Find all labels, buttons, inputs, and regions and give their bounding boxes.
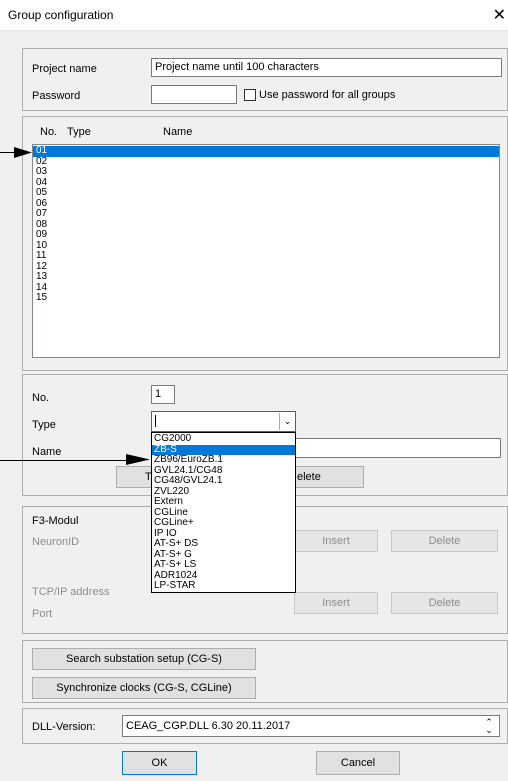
port-label: Port bbox=[32, 608, 53, 620]
use-password-label: Use password for all groups bbox=[259, 89, 396, 101]
list-item[interactable]: 05 bbox=[33, 187, 499, 199]
insert-button-2[interactable]: Insert bbox=[294, 592, 378, 614]
cancel-button[interactable]: Cancel bbox=[316, 751, 400, 775]
f3-title: F3-Modul bbox=[32, 515, 79, 527]
annotation-arrowhead bbox=[126, 454, 150, 465]
list-item[interactable]: 15 bbox=[33, 292, 499, 304]
dropdown-option[interactable]: CG48/GVL24.1 bbox=[152, 475, 295, 487]
ok-button[interactable]: OK bbox=[122, 751, 197, 775]
dropdown-option[interactable]: CGLine+ bbox=[152, 517, 295, 529]
list-item[interactable]: 03 bbox=[33, 166, 499, 178]
dll-label: DLL-Version: bbox=[32, 721, 96, 733]
list-item[interactable]: 01 bbox=[33, 145, 499, 157]
project-name-label: Project name bbox=[32, 63, 97, 75]
list-item[interactable]: 04 bbox=[33, 177, 499, 189]
list-item[interactable]: 13 bbox=[33, 271, 499, 283]
delete-button[interactable]: Delete bbox=[391, 530, 498, 552]
dropdown-option[interactable]: ZB96/EuroZB.1 bbox=[152, 454, 295, 466]
dropdown-option[interactable]: AT-S+ LS bbox=[152, 559, 295, 571]
name-label: Name bbox=[32, 446, 62, 458]
list-item[interactable]: 02 bbox=[33, 156, 499, 168]
annotation-arrow-line bbox=[0, 460, 130, 461]
dropdown-option[interactable]: AT-S+ DS bbox=[152, 538, 295, 550]
list-item[interactable]: 06 bbox=[33, 198, 499, 210]
type-select[interactable] bbox=[151, 411, 296, 432]
window-title: Group configuration bbox=[8, 8, 114, 22]
dropdown-option[interactable]: CG2000 bbox=[152, 433, 295, 445]
close-icon[interactable]: ✕ bbox=[493, 5, 506, 25]
search-substation-button[interactable]: Search substation setup (CG-S) bbox=[32, 648, 256, 670]
col-header-no: No. bbox=[40, 126, 58, 138]
list-item[interactable]: 10 bbox=[33, 240, 499, 252]
dll-select[interactable]: CEAG_CGP.DLL 6.30 20.11.2017 bbox=[122, 715, 500, 737]
password-label: Password bbox=[32, 90, 81, 102]
group-list[interactable]: 01 02 03 04 05 06 07 08 09 10 11 12 13 14 15 bbox=[32, 144, 500, 358]
password-input[interactable] bbox=[151, 85, 237, 104]
delete-button-partial[interactable]: elete bbox=[294, 466, 364, 488]
project-name-input[interactable]: Project name until 100 characters bbox=[151, 58, 502, 77]
list-item[interactable]: 14 bbox=[33, 282, 499, 294]
dropdown-option[interactable]: Extern bbox=[152, 496, 295, 508]
type-label: Type bbox=[32, 419, 56, 431]
list-item[interactable]: 09 bbox=[33, 229, 499, 241]
tcp-label: TCP/IP address bbox=[32, 586, 110, 598]
col-header-name: Name bbox=[163, 126, 193, 138]
no-value: 1 bbox=[151, 385, 175, 404]
list-item[interactable]: 11 bbox=[33, 250, 499, 262]
no-label: No. bbox=[32, 392, 50, 404]
neuron-label: NeuronID bbox=[32, 536, 80, 548]
list-item[interactable]: 08 bbox=[33, 219, 499, 231]
col-header-type: Type bbox=[67, 126, 91, 138]
list-item[interactable]: 07 bbox=[33, 208, 499, 220]
spinner-icon[interactable]: ⌃ ⌄ bbox=[482, 718, 496, 735]
delete-button-2[interactable]: Delete bbox=[391, 592, 498, 614]
list-item[interactable]: 12 bbox=[33, 261, 499, 273]
insert-button[interactable]: Insert bbox=[294, 530, 378, 552]
type-dropdown-list[interactable]: CG2000 ZB-S ZB96/EuroZB.1 GVL24.1/CG48 CG48/… bbox=[151, 432, 296, 593]
synchronize-clocks-button[interactable]: Synchronize clocks (CG-S, CGLine) bbox=[32, 677, 256, 699]
type-text-cursor bbox=[155, 415, 156, 427]
chevron-down-icon[interactable]: ⌄ bbox=[279, 413, 295, 430]
annotation-arrowhead bbox=[14, 147, 32, 158]
dropdown-option[interactable]: LP-STAR bbox=[152, 580, 295, 592]
use-password-checkbox[interactable] bbox=[244, 89, 256, 101]
